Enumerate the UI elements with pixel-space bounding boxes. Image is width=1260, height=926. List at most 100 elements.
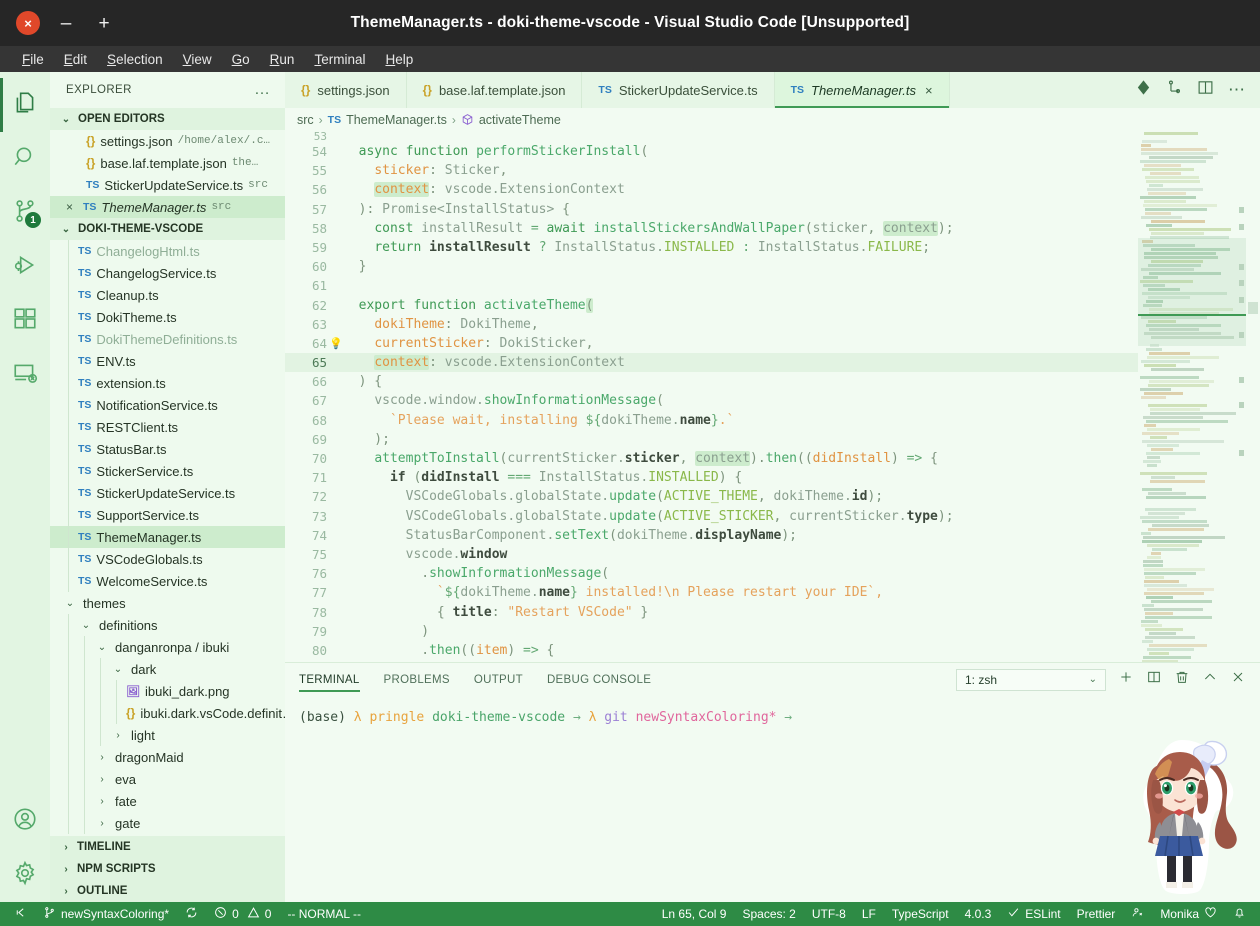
- code-line[interactable]: 69 );: [285, 430, 1260, 449]
- close-panel-icon[interactable]: [1230, 669, 1246, 690]
- menu-file[interactable]: File: [14, 50, 52, 69]
- tree-file[interactable]: TS RESTClient.ts: [50, 416, 285, 438]
- tree-folder[interactable]: › light: [50, 724, 285, 746]
- tab-sticker-update-service-ts[interactable]: TS StickerUpdateService.ts: [582, 72, 775, 108]
- kill-terminal-icon[interactable]: [1174, 669, 1190, 690]
- terminal-select[interactable]: 1: zsh ⌄: [956, 668, 1106, 691]
- open-editor-item[interactable]: {} base.laf.template.json the…: [50, 152, 285, 174]
- code-line[interactable]: 76 .showInformationMessage(: [285, 564, 1260, 583]
- status-eslint[interactable]: ESLint: [999, 902, 1068, 926]
- breadcrumb-symbol[interactable]: activateTheme: [479, 113, 561, 127]
- quick-fix-lightbulb-icon[interactable]: 💡: [329, 334, 343, 353]
- minimize-window-button[interactable]: –: [54, 11, 78, 35]
- tree-file[interactable]: {} ibuki.dark.vsCode.definit…: [50, 702, 285, 724]
- activity-run-debug[interactable]: [0, 240, 50, 294]
- code-line[interactable]: 64 💡 currentSticker: DokiSticker,: [285, 334, 1260, 353]
- activity-source-control[interactable]: 1: [0, 186, 50, 240]
- tree-file[interactable]: TS extension.ts: [50, 372, 285, 394]
- section-open-editors[interactable]: ⌄ OPEN EDITORS: [50, 108, 285, 130]
- status-eol[interactable]: LF: [854, 902, 884, 926]
- tree-file[interactable]: TS VSCodeGlobals.ts: [50, 548, 285, 570]
- tab-output[interactable]: OUTPUT: [462, 663, 535, 696]
- breadcrumb-file[interactable]: ThemeManager.ts: [346, 113, 447, 127]
- status-encoding[interactable]: UTF-8: [804, 902, 854, 926]
- tab-problems[interactable]: PROBLEMS: [372, 663, 462, 696]
- tree-folder[interactable]: › fate: [50, 790, 285, 812]
- code-line[interactable]: 75 vscode.window: [285, 545, 1260, 564]
- tab-settings-json[interactable]: {} settings.json: [285, 72, 407, 108]
- tree-file[interactable]: TS StickerUpdateService.ts: [50, 482, 285, 504]
- tree-folder[interactable]: ⌄ definitions: [50, 614, 285, 636]
- tree-file[interactable]: TS StickerService.ts: [50, 460, 285, 482]
- tab-theme-manager-ts[interactable]: TS ThemeManager.ts ×: [774, 72, 950, 108]
- activity-manage[interactable]: [0, 848, 50, 902]
- tree-file[interactable]: TS Cleanup.ts: [50, 284, 285, 306]
- status-vim-mode[interactable]: -- NORMAL --: [279, 902, 369, 926]
- split-terminal-icon[interactable]: [1146, 669, 1162, 690]
- code-line[interactable]: 62 export function activateTheme(: [285, 296, 1260, 315]
- tree-file[interactable]: TS DokiTheme.ts: [50, 306, 285, 328]
- tree-folder[interactable]: ⌄ themes: [50, 592, 285, 614]
- status-sync[interactable]: [177, 902, 206, 926]
- tab-terminal[interactable]: TERMINAL: [299, 663, 372, 696]
- code-line[interactable]: 67 vscode.window.showInformationMessage(: [285, 391, 1260, 410]
- section-timeline[interactable]: › TIMELINE: [50, 836, 285, 858]
- code-line[interactable]: 79 ): [285, 622, 1260, 641]
- menu-help[interactable]: Help: [377, 50, 421, 69]
- new-terminal-icon[interactable]: [1118, 669, 1134, 690]
- open-editor-item-active[interactable]: × TS ThemeManager.ts src: [50, 196, 285, 218]
- close-icon[interactable]: ×: [925, 83, 933, 98]
- editor-scrollbar[interactable]: [1246, 132, 1260, 662]
- code-line[interactable]: 80 .then((item) => {: [285, 641, 1260, 660]
- menu-terminal[interactable]: Terminal: [306, 50, 373, 69]
- tab-debug-console[interactable]: DEBUG CONSOLE: [535, 663, 663, 696]
- code-line[interactable]: 57 ): Promise<InstallStatus> {: [285, 200, 1260, 219]
- code-line[interactable]: 65 context: vscode.ExtensionContext: [285, 353, 1260, 373]
- split-editor-icon[interactable]: [1197, 79, 1214, 101]
- tree-file[interactable]: 🖼 ibuki_dark.png: [50, 680, 285, 702]
- tree-folder[interactable]: ⌄ danganronpa / ibuki: [50, 636, 285, 658]
- tab-base-laf-template-json[interactable]: {} base.laf.template.json: [406, 72, 583, 108]
- code-line[interactable]: 78 { title: "Restart VSCode" }: [285, 603, 1260, 622]
- terminal-output[interactable]: (base) λ pringle doki-theme-vscode → λ g…: [285, 696, 1260, 902]
- status-remote[interactable]: [6, 902, 35, 926]
- status-language-mode[interactable]: TypeScript: [884, 902, 957, 926]
- code-line[interactable]: 66 ) {: [285, 372, 1260, 391]
- activity-remote-explorer[interactable]: [0, 348, 50, 402]
- status-prettier[interactable]: Prettier: [1069, 902, 1124, 926]
- scrollbar-thumb[interactable]: [1248, 302, 1258, 314]
- activity-extensions[interactable]: [0, 294, 50, 348]
- open-editor-item[interactable]: TS StickerUpdateService.ts src: [50, 174, 285, 196]
- code-line[interactable]: 63 dokiTheme: DokiTheme,: [285, 315, 1260, 334]
- tree-file[interactable]: TS ThemeManager.ts: [50, 526, 285, 548]
- source-control-compare-icon[interactable]: [1166, 79, 1183, 101]
- tree-file[interactable]: TS NotificationService.ts: [50, 394, 285, 416]
- status-doki-theme[interactable]: Monika: [1152, 902, 1225, 926]
- code-line[interactable]: 56 context: vscode.ExtensionContext: [285, 180, 1260, 199]
- code-line[interactable]: 73 VSCodeGlobals.globalState.update(ACTI…: [285, 507, 1260, 526]
- code-line[interactable]: 61: [285, 276, 1260, 295]
- tree-file[interactable]: TS DokiThemeDefinitions.ts: [50, 328, 285, 350]
- menu-view[interactable]: View: [175, 50, 220, 69]
- menu-go[interactable]: Go: [224, 50, 258, 69]
- code-line[interactable]: 68 `Please wait, installing ${dokiTheme.…: [285, 411, 1260, 430]
- status-branch[interactable]: newSyntaxColoring*: [35, 902, 177, 926]
- code-line[interactable]: 58 const installResult = await installSt…: [285, 219, 1260, 238]
- status-live-share[interactable]: [1123, 902, 1152, 926]
- code-line[interactable]: 54 async function performStickerInstall(: [285, 142, 1260, 161]
- code-line[interactable]: 59 return installResult ? InstallStatus.…: [285, 238, 1260, 257]
- tree-file[interactable]: TS ENV.ts: [50, 350, 285, 372]
- status-ts-version[interactable]: 4.0.3: [957, 902, 1000, 926]
- status-indentation[interactable]: Spaces: 2: [734, 902, 803, 926]
- code-line[interactable]: 72 VSCodeGlobals.globalState.update(ACTI…: [285, 487, 1260, 506]
- tree-file[interactable]: TS WelcomeService.ts: [50, 570, 285, 592]
- code-line[interactable]: 74 StatusBarComponent.setText(dokiTheme.…: [285, 526, 1260, 545]
- editor-content[interactable]: 53 54 async function performStickerInstal…: [285, 132, 1260, 662]
- activity-search[interactable]: [0, 132, 50, 186]
- activity-explorer[interactable]: [0, 78, 50, 132]
- section-npm-scripts[interactable]: › NPM SCRIPTS: [50, 858, 285, 880]
- close-window-button[interactable]: ×: [16, 11, 40, 35]
- maximize-panel-icon[interactable]: [1202, 669, 1218, 690]
- code-line[interactable]: 71 if (didInstall === InstallStatus.INST…: [285, 468, 1260, 487]
- minimap[interactable]: [1138, 132, 1246, 662]
